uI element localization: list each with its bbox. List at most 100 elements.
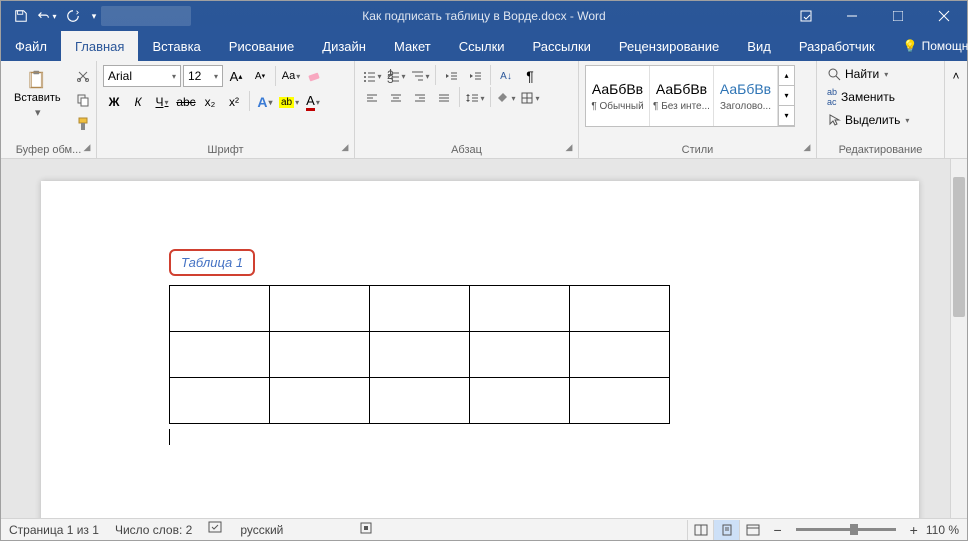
- zoom-in-button[interactable]: +: [910, 522, 918, 538]
- align-center-button[interactable]: [385, 87, 407, 109]
- cut-button[interactable]: [72, 65, 94, 87]
- group-label-editing: Редактирование: [817, 144, 944, 156]
- redo-button[interactable]: [61, 4, 85, 28]
- superscript-button[interactable]: x²: [223, 91, 245, 113]
- ribbon-tabs: Файл Главная Вставка Рисование Дизайн Ма…: [1, 31, 967, 61]
- group-label-font: Шрифт: [97, 144, 354, 156]
- vertical-scrollbar[interactable]: [950, 159, 967, 518]
- web-layout-button[interactable]: [739, 520, 765, 540]
- tab-view[interactable]: Вид: [733, 31, 785, 61]
- font-size-select[interactable]: 12▾: [183, 65, 223, 87]
- increase-indent-button[interactable]: [464, 65, 486, 87]
- zoom-level[interactable]: 110 %: [926, 523, 959, 537]
- document-area: Таблица 1: [1, 159, 967, 518]
- align-left-button[interactable]: [361, 87, 383, 109]
- align-right-button[interactable]: [409, 87, 431, 109]
- font-name-select[interactable]: Arial▾: [103, 65, 181, 87]
- font-color-button[interactable]: A▾: [302, 91, 324, 113]
- style-heading1[interactable]: АаБбВвЗаголово...: [714, 66, 778, 126]
- ribbon-options-button[interactable]: [783, 1, 829, 31]
- maximize-button[interactable]: [875, 1, 921, 31]
- paragraph-launcher[interactable]: ◢: [562, 142, 576, 156]
- window-controls: [783, 1, 967, 31]
- document-table[interactable]: [169, 285, 670, 424]
- status-word-count[interactable]: Число слов: 2: [115, 523, 192, 537]
- group-styles: АаБбВв¶ Обычный АаБбВв¶ Без инте... АаБб…: [579, 61, 817, 158]
- justify-button[interactable]: [433, 87, 455, 109]
- styles-scroll[interactable]: ▴▾▾: [778, 66, 794, 126]
- status-spellcheck[interactable]: [208, 521, 224, 538]
- styles-gallery: АаБбВв¶ Обычный АаБбВв¶ Без инте... АаБб…: [585, 65, 795, 127]
- collapse-ribbon-button[interactable]: ˄: [945, 65, 967, 87]
- undo-button[interactable]: ▾: [35, 4, 59, 28]
- status-macro[interactable]: [359, 521, 373, 538]
- tab-help[interactable]: 💡Помощн: [889, 31, 968, 61]
- multilevel-list-button[interactable]: ▾: [409, 65, 431, 87]
- tab-insert[interactable]: Вставка: [138, 31, 214, 61]
- window-title: Как подписать таблицу в Ворде.docx - Wor…: [362, 9, 605, 23]
- subscript-button[interactable]: x₂: [199, 91, 221, 113]
- line-spacing-button[interactable]: ▾: [464, 87, 486, 109]
- group-editing: Найти▾ abacЗаменить Выделить▾ Редактиров…: [817, 61, 945, 158]
- page[interactable]: Таблица 1: [41, 181, 919, 518]
- status-language[interactable]: русский: [240, 523, 283, 537]
- decrease-indent-button[interactable]: [440, 65, 462, 87]
- minimize-button[interactable]: [829, 1, 875, 31]
- text-effects-button[interactable]: A▾: [254, 91, 276, 113]
- styles-launcher[interactable]: ◢: [800, 142, 814, 156]
- find-button[interactable]: Найти▾: [823, 65, 938, 83]
- font-launcher[interactable]: ◢: [338, 142, 352, 156]
- group-paragraph: ▾ 123▾ ▾ A↓ ¶ ▾ ▾ ▾ Абза: [355, 61, 579, 158]
- title-bar: ▾ ▾ Как подписать таблицу в Ворде.docx -…: [1, 1, 967, 31]
- show-marks-button[interactable]: ¶: [519, 65, 541, 87]
- bold-button[interactable]: Ж: [103, 91, 125, 113]
- tab-file[interactable]: Файл: [1, 31, 61, 61]
- tab-review[interactable]: Рецензирование: [605, 31, 733, 61]
- read-mode-button[interactable]: [687, 520, 713, 540]
- tab-developer[interactable]: Разработчик: [785, 31, 889, 61]
- status-page[interactable]: Страница 1 из 1: [9, 523, 99, 537]
- shading-button[interactable]: ▾: [495, 87, 517, 109]
- zoom-slider[interactable]: [796, 528, 896, 531]
- change-case-button[interactable]: Aa▾: [280, 65, 302, 87]
- print-layout-button[interactable]: [713, 520, 739, 540]
- tab-home[interactable]: Главная: [61, 31, 138, 61]
- zoom-out-button[interactable]: −: [773, 522, 781, 538]
- text-cursor: [169, 429, 170, 445]
- clear-formatting-button[interactable]: [304, 65, 326, 87]
- strikethrough-button[interactable]: abc: [175, 91, 197, 113]
- highlight-button[interactable]: ab▾: [278, 91, 300, 113]
- paste-button[interactable]: Вставить▾: [7, 65, 68, 124]
- status-bar: Страница 1 из 1 Число слов: 2 русский − …: [1, 518, 967, 540]
- grow-font-button[interactable]: A▴: [225, 65, 247, 87]
- table-caption[interactable]: Таблица 1: [169, 249, 255, 276]
- select-button[interactable]: Выделить▾: [823, 111, 938, 129]
- tab-layout[interactable]: Макет: [380, 31, 445, 61]
- style-no-spacing[interactable]: АаБбВв¶ Без инте...: [650, 66, 714, 126]
- ribbon: Вставить▾ Буфер обм... ◢ Arial▾ 12▾ A▴ A…: [1, 61, 967, 159]
- italic-button[interactable]: К: [127, 91, 149, 113]
- scroll-thumb[interactable]: [953, 177, 965, 317]
- tab-mailings[interactable]: Рассылки: [519, 31, 605, 61]
- replace-button[interactable]: abacЗаменить: [823, 85, 938, 109]
- tab-references[interactable]: Ссылки: [445, 31, 519, 61]
- clipboard-launcher[interactable]: ◢: [80, 142, 94, 156]
- format-painter-button[interactable]: [72, 113, 94, 135]
- user-account[interactable]: [101, 6, 191, 26]
- numbering-button[interactable]: 123▾: [385, 65, 407, 87]
- shrink-font-button[interactable]: A▾: [249, 65, 271, 87]
- save-button[interactable]: [9, 4, 33, 28]
- view-buttons: [687, 520, 765, 540]
- group-clipboard: Вставить▾ Буфер обм... ◢: [1, 61, 97, 158]
- tab-design[interactable]: Дизайн: [308, 31, 380, 61]
- underline-button[interactable]: Ч▾: [151, 91, 173, 113]
- sort-button[interactable]: A↓: [495, 65, 517, 87]
- copy-button[interactable]: [72, 89, 94, 111]
- close-button[interactable]: [921, 1, 967, 31]
- bullets-button[interactable]: ▾: [361, 65, 383, 87]
- quick-access-toolbar: ▾ ▾: [1, 4, 101, 28]
- tab-draw[interactable]: Рисование: [215, 31, 308, 61]
- qat-customize-button[interactable]: ▾: [87, 4, 101, 28]
- style-normal[interactable]: АаБбВв¶ Обычный: [586, 66, 650, 126]
- borders-button[interactable]: ▾: [519, 87, 541, 109]
